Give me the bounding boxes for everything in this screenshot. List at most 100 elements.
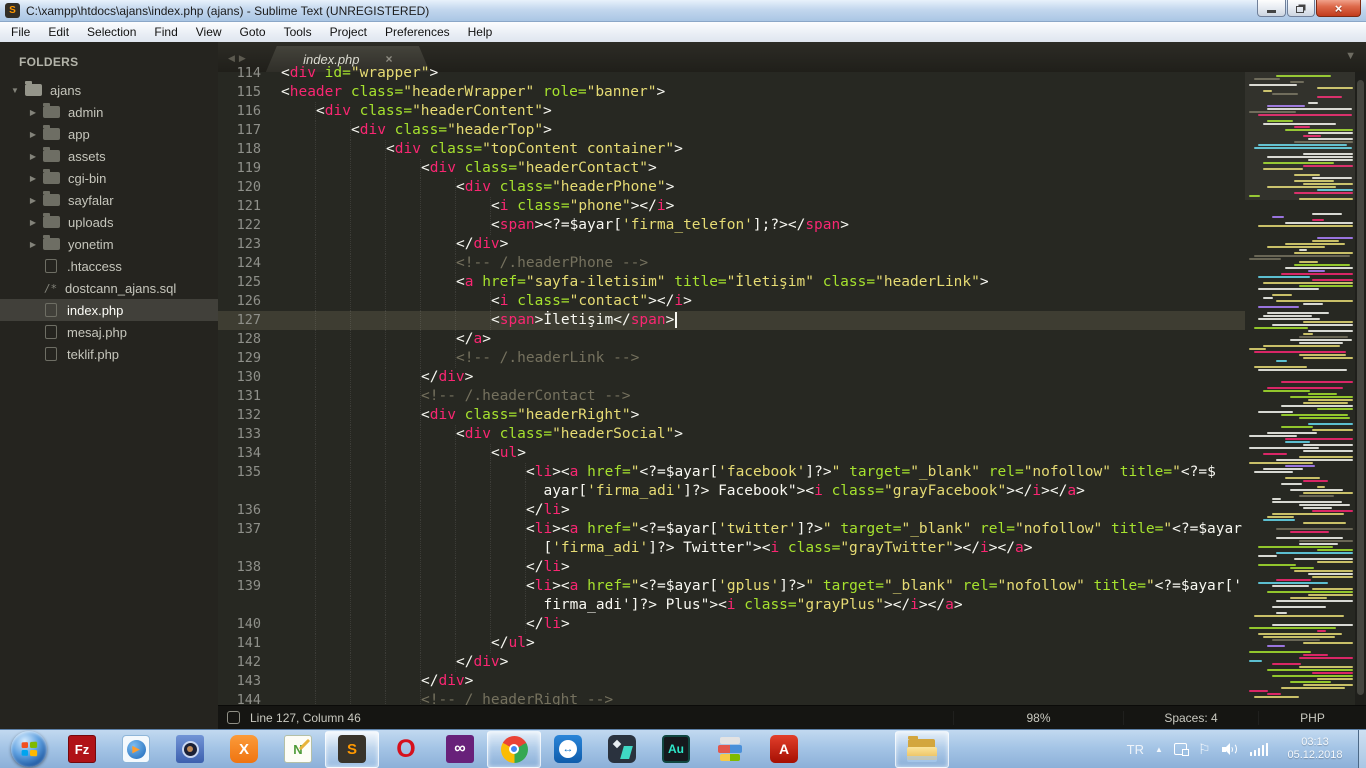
photo-viewer[interactable] (163, 731, 217, 768)
sidebar-item-ajans[interactable]: ▼ ajans (0, 79, 218, 101)
chevron-right-icon[interactable]: ▶ (26, 130, 40, 139)
code-line[interactable]: 135 <li><a href="<?=$ayar['facebook']?>" … (218, 463, 1245, 482)
tab-overflow-icon[interactable]: ▼ (1345, 50, 1356, 62)
code-line[interactable]: 138 </li> (218, 558, 1245, 577)
clock[interactable]: 03:13 05.12.2018 (1279, 736, 1351, 762)
acrobat-reader[interactable]: A (757, 731, 811, 768)
minimap[interactable] (1245, 72, 1355, 705)
code-line[interactable]: 123 </div> (218, 235, 1245, 254)
code-line[interactable]: 133 <div class="headerSocial"> (218, 425, 1245, 444)
teamviewer[interactable]: ↔ (541, 731, 595, 768)
menu-tools[interactable]: Tools (275, 23, 321, 41)
code-line[interactable]: 143 </div> (218, 672, 1245, 691)
language-indicator[interactable]: TR (1127, 742, 1144, 757)
code-line[interactable]: 114 <div id="wrapper"> (218, 64, 1245, 83)
vintage-mode-icon[interactable] (227, 711, 240, 724)
code-line[interactable]: 122 <span><?=$ayar['firma_telefon'];?></s… (218, 216, 1245, 235)
code-line[interactable]: 126 <i class="contact"></i> (218, 292, 1245, 311)
menu-find[interactable]: Find (145, 23, 186, 41)
code-line[interactable]: 139 <li><a href="<?=$ayar['gplus']?>" tar… (218, 577, 1245, 596)
code-line[interactable]: ['firma_adi']?> Twitter"><i class="grayT… (218, 539, 1245, 558)
code-line[interactable]: 125 <a href="sayfa-iletisim" title="İleti… (218, 273, 1245, 292)
code-line[interactable]: 120 <div class="headerPhone"> (218, 178, 1245, 197)
chrome[interactable] (487, 730, 541, 768)
code-line[interactable]: 140 </li> (218, 615, 1245, 634)
chevron-right-icon[interactable]: ▶ (26, 196, 40, 205)
code-line[interactable]: 121 <i class="phone"></i> (218, 197, 1245, 216)
code-line[interactable]: firma_adi']?> Plus"><i class="grayPlus">… (218, 596, 1245, 615)
chevron-right-icon[interactable]: ▶ (26, 218, 40, 227)
code-line[interactable]: 137 <li><a href="<?=$ayar['twitter']?>" t… (218, 520, 1245, 539)
code-line[interactable]: 115 <header class="headerWrapper" role="b… (218, 83, 1245, 102)
network-signal-icon[interactable] (1249, 742, 1268, 756)
code-line[interactable]: 119 <div class="headerContact"> (218, 159, 1245, 178)
hidden-icons-arrow[interactable]: ▲ (1155, 745, 1163, 754)
menu-project[interactable]: Project (321, 23, 376, 41)
scrollbar-thumb[interactable] (1357, 80, 1364, 695)
code-line[interactable]: 127 <span>İletişim</span> (218, 311, 1245, 330)
scrollbar[interactable] (1355, 72, 1366, 705)
menu-edit[interactable]: Edit (39, 23, 78, 41)
code-line[interactable]: 141 </ul> (218, 634, 1245, 653)
code-line[interactable]: 117 <div class="headerTop"> (218, 121, 1245, 140)
menu-file[interactable]: File (2, 23, 39, 41)
visual-studio[interactable]: ∞ (433, 731, 487, 768)
chevron-down-icon[interactable]: ▼ (8, 86, 22, 95)
safely-remove-hardware-icon[interactable] (1173, 743, 1189, 756)
xampp[interactable]: X (217, 731, 271, 768)
menu-help[interactable]: Help (459, 23, 502, 41)
code-line[interactable]: 132 <div class="headerRight"> (218, 406, 1245, 425)
sidebar-item-cgi-bin[interactable]: ▶ cgi-bin (0, 167, 218, 189)
restore-button[interactable] (1287, 0, 1315, 17)
opera[interactable]: O (379, 731, 433, 768)
code-line[interactable]: 136 </li> (218, 501, 1245, 520)
sidebar-item-yonetim[interactable]: ▶ yonetim (0, 233, 218, 255)
chevron-right-icon[interactable]: ▶ (26, 240, 40, 249)
close-button[interactable]: × (1316, 0, 1361, 17)
windows-explorer[interactable] (895, 730, 949, 768)
filezilla[interactable]: Fz (55, 731, 109, 768)
tab-nav-right-icon[interactable]: ▶ (239, 53, 250, 63)
sidebar-item-sayfalar[interactable]: ▶ sayfalar (0, 189, 218, 211)
adobe-audition[interactable]: Au (649, 731, 703, 768)
chevron-right-icon[interactable]: ▶ (26, 152, 40, 161)
sidebar-item-index-php[interactable]: index.php (0, 299, 218, 321)
code-line[interactable]: 131 <!-- /.headerContact --> (218, 387, 1245, 406)
code-line[interactable]: 129 <!-- /.headerLink --> (218, 349, 1245, 368)
code-line[interactable]: 128 </a> (218, 330, 1245, 349)
filmora[interactable] (595, 731, 649, 768)
syntax-selector[interactable]: PHP (1258, 710, 1366, 725)
chevron-right-icon[interactable]: ▶ (26, 174, 40, 183)
menu-view[interactable]: View (187, 23, 231, 41)
sidebar-item-app[interactable]: ▶ app (0, 123, 218, 145)
sidebar-item--htaccess[interactable]: .htaccess (0, 255, 218, 277)
sidebar-item-admin[interactable]: ▶ admin (0, 101, 218, 123)
action-center-flag-icon[interactable]: ⚐ (1198, 741, 1211, 758)
menu-selection[interactable]: Selection (78, 23, 145, 41)
sidebar-item-mesaj-php[interactable]: mesaj.php (0, 321, 218, 343)
sidebar-item-uploads[interactable]: ▶ uploads (0, 211, 218, 233)
code-line[interactable]: 124 <!-- /.headerPhone --> (218, 254, 1245, 273)
minimize-button[interactable] (1257, 0, 1286, 17)
show-desktop-button[interactable] (1358, 729, 1366, 768)
sublime-text[interactable]: S (325, 730, 379, 768)
chevron-right-icon[interactable]: ▶ (26, 108, 40, 117)
code-line[interactable]: 142 </div> (218, 653, 1245, 672)
sidebar-item-teklif-php[interactable]: teklif.php (0, 343, 218, 365)
code-line[interactable]: 118 <div class="topContent container"> (218, 140, 1245, 159)
code-line[interactable]: 134 <ul> (218, 444, 1245, 463)
volume-icon[interactable] (1221, 742, 1239, 757)
zoom-level[interactable]: 98% (953, 710, 1123, 725)
windows-media-player[interactable]: ▶ (109, 731, 163, 768)
menu-goto[interactable]: Goto (231, 23, 275, 41)
code-line[interactable]: 130 </div> (218, 368, 1245, 387)
code-line[interactable]: ayar['firma_adi']?> Facebook"><i class="… (218, 482, 1245, 501)
menu-preferences[interactable]: Preferences (376, 23, 459, 41)
sidebar-item-assets[interactable]: ▶ assets (0, 145, 218, 167)
code-line[interactable]: 116 <div class="headerContent"> (218, 102, 1245, 121)
sidebar-item-dostcann-ajans-sql[interactable]: /* dostcann_ajans.sql (0, 277, 218, 299)
notepad-plus-plus[interactable]: N (271, 731, 325, 768)
code-line[interactable]: 144 <!-- / headerRight --> (218, 691, 1245, 705)
start-button[interactable] (3, 731, 55, 768)
indent-settings[interactable]: Spaces: 4 (1123, 710, 1258, 725)
